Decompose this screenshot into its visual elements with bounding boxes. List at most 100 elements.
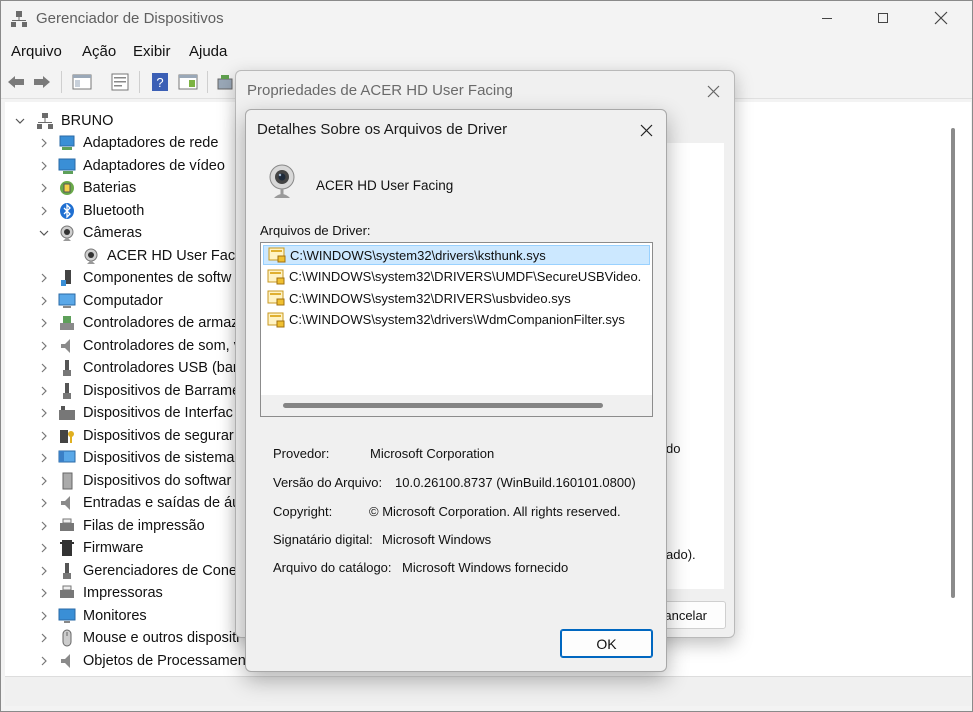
tree-item[interactable]: Dispositivos de sistema bbox=[57, 447, 235, 469]
menu-exibir[interactable]: Exibir bbox=[133, 43, 171, 60]
help-icon: ? bbox=[152, 73, 168, 91]
catalog-file-label: Arquivo do catálogo: bbox=[273, 560, 392, 575]
tree-item[interactable]: Dispositivos do softwar bbox=[57, 470, 231, 492]
chevron-right-icon[interactable] bbox=[39, 312, 49, 334]
tree-item[interactable]: Dispositivos de Interfac bbox=[57, 402, 233, 424]
files-horizontal-scrollbar[interactable] bbox=[261, 395, 652, 416]
chevron-right-icon[interactable] bbox=[39, 335, 49, 357]
chevron-right-icon[interactable] bbox=[39, 470, 49, 492]
webcam-icon bbox=[81, 246, 101, 266]
processing-object-icon bbox=[57, 651, 77, 671]
tree-item-label: Baterias bbox=[83, 180, 137, 196]
chevron-right-icon[interactable] bbox=[39, 582, 49, 604]
maximize-button[interactable] bbox=[860, 1, 906, 35]
chevron-down-icon[interactable] bbox=[39, 222, 49, 244]
tree-item-label: Controladores de armaz bbox=[83, 315, 239, 331]
view-button[interactable] bbox=[177, 71, 199, 93]
vertical-scroll-thumb[interactable] bbox=[951, 128, 955, 598]
files-horizontal-scroll-thumb[interactable] bbox=[283, 403, 603, 408]
driver-files-list[interactable]: C:\WINDOWS\system32\drivers\ksthunk.sys C… bbox=[260, 242, 653, 417]
tree-item[interactable]: Gerenciadores de Conec bbox=[57, 560, 244, 582]
tree-item-label: Dispositivos de sistema bbox=[83, 450, 235, 466]
tree-item[interactable]: Controladores USB (bar bbox=[57, 357, 238, 379]
tree-item[interactable]: Computador bbox=[57, 290, 163, 312]
chevron-right-icon[interactable] bbox=[39, 357, 49, 379]
status-bar bbox=[5, 676, 971, 706]
chevron-down-icon[interactable] bbox=[15, 110, 25, 132]
menu-arquivo[interactable]: Arquivo bbox=[11, 43, 62, 60]
vertical-scrollbar[interactable] bbox=[945, 102, 971, 676]
menu-ajuda[interactable]: Ajuda bbox=[189, 43, 227, 60]
chevron-right-icon[interactable] bbox=[39, 492, 49, 514]
chevron-right-icon[interactable] bbox=[39, 267, 49, 289]
chevron-right-icon[interactable] bbox=[39, 627, 49, 649]
menu-acao[interactable]: Ação bbox=[82, 43, 116, 60]
tree-item[interactable]: Mouse e outros dispositi bbox=[57, 627, 239, 649]
tree-item[interactable]: Monitores bbox=[57, 605, 147, 627]
show-hide-console-tree-button[interactable] bbox=[71, 71, 93, 93]
tree-item[interactable]: Firmware bbox=[57, 537, 143, 559]
tree-item[interactable]: Bluetooth bbox=[57, 200, 144, 222]
tree-item[interactable]: Objetos de Processament bbox=[57, 650, 250, 672]
tree-item[interactable]: Dispositivos de segurar bbox=[57, 425, 234, 447]
tree-item[interactable]: ACER HD User Facin bbox=[81, 245, 246, 267]
tree-item-label: ACER HD User Facin bbox=[107, 247, 247, 264]
driver-files-label: Arquivos de Driver: bbox=[260, 223, 371, 238]
tree-item[interactable]: Dispositivos de Barrame bbox=[57, 380, 240, 402]
tree-item-label: Controladores USB (bar bbox=[83, 360, 238, 376]
tree-item[interactable]: Adaptadores de vídeo bbox=[57, 155, 225, 177]
computer-icon bbox=[57, 291, 77, 311]
chevron-right-icon[interactable] bbox=[39, 537, 49, 559]
tree-item[interactable]: Adaptadores de rede bbox=[57, 132, 218, 154]
back-button[interactable] bbox=[5, 71, 27, 93]
tree-item[interactable]: Filas de impressão bbox=[57, 515, 205, 537]
toolbar-separator bbox=[139, 71, 140, 93]
printer-icon bbox=[57, 583, 77, 603]
close-icon bbox=[640, 124, 652, 136]
chevron-right-icon[interactable] bbox=[39, 132, 49, 154]
chevron-right-icon[interactable] bbox=[39, 177, 49, 199]
tree-item[interactable]: Impressoras bbox=[57, 582, 163, 604]
tree-item-label: Monitores bbox=[83, 607, 147, 624]
driver-dialog-close-button[interactable] bbox=[632, 117, 660, 143]
maximize-icon bbox=[878, 13, 888, 23]
chevron-right-icon[interactable] bbox=[39, 425, 49, 447]
chevron-right-icon[interactable] bbox=[39, 650, 49, 672]
tree-item[interactable]: Câmeras bbox=[57, 222, 142, 244]
properties-button[interactable] bbox=[109, 71, 131, 93]
chevron-right-icon[interactable] bbox=[39, 447, 49, 469]
tree-item[interactable]: Controladores de armaz bbox=[57, 312, 239, 334]
software-component-icon bbox=[57, 268, 77, 288]
tree-item[interactable]: Controladores de som, v bbox=[57, 335, 241, 357]
driver-file-row[interactable]: C:\WINDOWS\system32\drivers\ksthunk.sys bbox=[263, 245, 650, 265]
close-window-button[interactable] bbox=[918, 1, 964, 35]
ok-button[interactable]: OK bbox=[560, 629, 653, 658]
properties-icon bbox=[111, 73, 129, 91]
driver-file-row[interactable]: C:\WINDOWS\system32\DRIVERS\usbvideo.sys bbox=[263, 288, 650, 308]
minimize-button[interactable] bbox=[804, 1, 850, 35]
chevron-right-icon[interactable] bbox=[39, 200, 49, 222]
chevron-right-icon[interactable] bbox=[39, 290, 49, 312]
chevron-right-icon[interactable] bbox=[39, 155, 49, 177]
properties-tab-panel bbox=[666, 143, 724, 589]
chevron-right-icon[interactable] bbox=[39, 605, 49, 627]
forward-button[interactable] bbox=[31, 71, 53, 93]
chevron-right-icon[interactable] bbox=[39, 402, 49, 424]
chevron-right-icon[interactable] bbox=[39, 515, 49, 537]
tree-item-label: Dispositivos de Interfac bbox=[83, 405, 233, 421]
tree-item[interactable]: Entradas e saídas de áu bbox=[57, 492, 240, 514]
help-button[interactable]: ? bbox=[149, 71, 171, 93]
tree-item-label: Controladores de som, v bbox=[83, 337, 241, 354]
driver-file-row[interactable]: C:\WINDOWS\system32\DRIVERS\UMDF\SecureU… bbox=[263, 267, 650, 287]
scan-hardware-button[interactable] bbox=[215, 71, 237, 93]
chevron-right-icon[interactable] bbox=[39, 380, 49, 402]
driver-file-row[interactable]: C:\WINDOWS\system32\drivers\WdmCompanion… bbox=[263, 310, 650, 330]
tree-item[interactable]: Baterias bbox=[57, 177, 136, 199]
bus-device-icon bbox=[57, 381, 77, 401]
tree-item-label: Dispositivos do softwar bbox=[83, 472, 232, 489]
tree-item[interactable]: Componentes de softw bbox=[57, 267, 231, 289]
webcam-icon bbox=[266, 162, 298, 202]
properties-close-button[interactable] bbox=[698, 79, 728, 103]
chevron-right-icon[interactable] bbox=[39, 560, 49, 582]
tree-root-computer[interactable]: BRUNO bbox=[35, 110, 113, 132]
